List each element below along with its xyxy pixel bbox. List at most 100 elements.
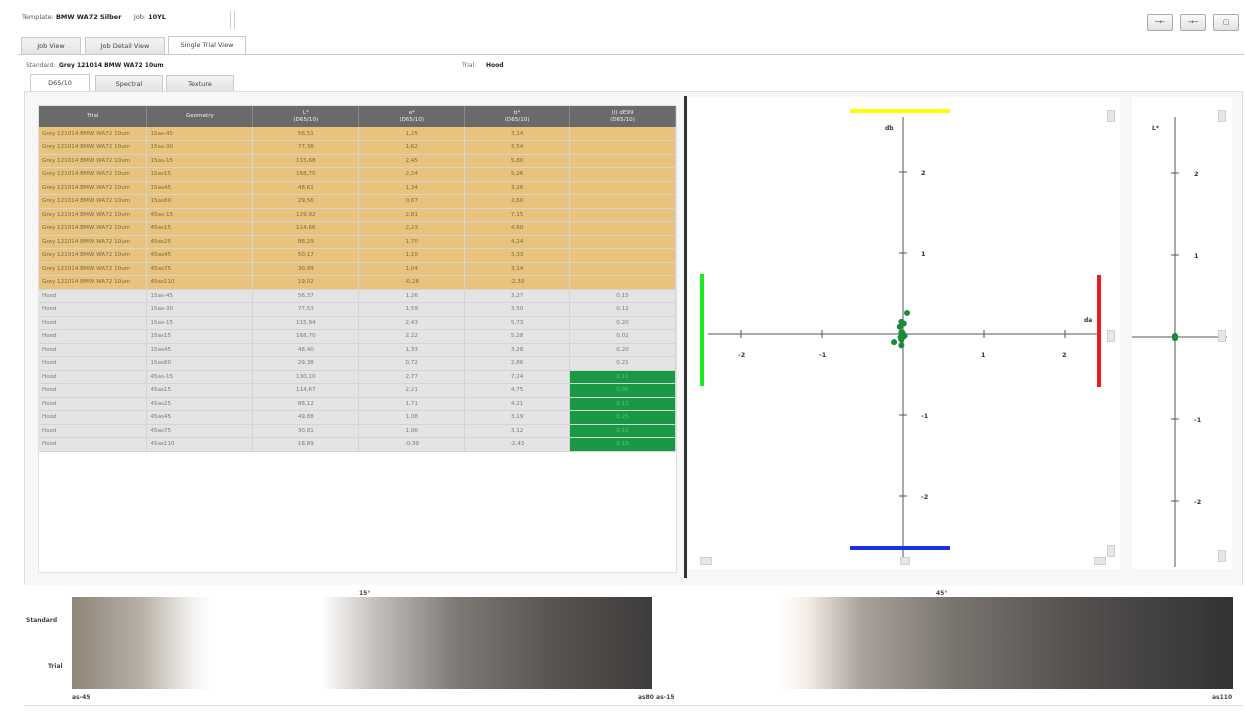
cell-a: 1,71 [358, 397, 466, 411]
cell-geometry: 45as25 [146, 397, 254, 411]
ab-plot-hscroll-handle[interactable] [1094, 557, 1106, 565]
l-plot-scroll-handle[interactable] [1218, 330, 1226, 342]
cell-a: 0,72 [358, 356, 466, 371]
table-row[interactable]: Grey 121014 BMW WA72 10um 45as75 30,99 1,04… [39, 262, 676, 276]
table-row[interactable]: Grey 121014 BMW WA72 10um 45as25 88,29 1,70… [39, 235, 676, 249]
header-separator [234, 11, 235, 29]
swatch-row-standard-label: Standard [26, 617, 57, 624]
table-row[interactable]: Grey 121014 BMW WA72 10um 45as-15 129,92 2,… [39, 208, 676, 222]
ab-data-point [891, 339, 898, 346]
ab-plot-scroll-handle[interactable] [1107, 110, 1115, 122]
subtab-d65-10[interactable]: D65/10 [30, 74, 90, 91]
cell-a: 2,77 [358, 370, 466, 384]
cell-b: 5,28 [464, 329, 571, 344]
table-row[interactable]: Hood 15as45 48,40 1,33 3,28 0,20 [39, 343, 676, 357]
template-label: Template: [22, 13, 54, 21]
table-row[interactable]: Grey 121014 BMW WA72 10um 15as-15 115,68 2,… [39, 154, 676, 168]
tab-single-trial-view[interactable]: Single Trial View [168, 36, 246, 54]
x-tick-label: 2 [1062, 351, 1067, 359]
l-plot-scroll-handle[interactable] [1218, 550, 1226, 562]
column-header-a[interactable]: a* (D65/10) [358, 106, 466, 127]
header-label: (I) dE99 [611, 109, 634, 116]
cell-l: 88,29 [252, 235, 360, 249]
column-header-de99[interactable]: (I) dE99 (D65/10) [569, 106, 676, 127]
cell-de99 [569, 235, 676, 249]
ab-plot-hscroll-handle[interactable] [900, 557, 910, 565]
cell-a: 1,10 [358, 248, 466, 263]
x-tick-label: 1 [981, 351, 986, 359]
table-row[interactable]: Hood 45as-15 130,10 2,77 7,24 0,11 [39, 370, 676, 384]
table-row[interactable]: Grey 121014 BMW WA72 10um 15as15 168,70 2,2… [39, 167, 676, 182]
y-tick-label: 2 [1194, 170, 1199, 178]
cell-de99 [569, 208, 676, 222]
table-row[interactable]: Hood 15as-30 77,53 1,59 3,50 0,12 [39, 302, 676, 317]
l-data-point [1172, 334, 1178, 341]
cell-l: 30,81 [252, 424, 360, 438]
table-row[interactable]: Grey 121014 BMW WA72 10um 45as110 19,02 -0,… [39, 275, 676, 290]
cell-l: 30,99 [252, 262, 360, 276]
ab-plot-hscroll-handle[interactable] [700, 557, 712, 565]
cell-de99: 0,12 [569, 397, 676, 411]
ab-plot-scroll-handle[interactable] [1107, 330, 1115, 342]
cell-l: 130,10 [252, 370, 360, 384]
table-row[interactable]: Grey 121014 BMW WA72 10um 15as45 48,61 1,34… [39, 181, 676, 195]
table-row[interactable]: Grey 121014 BMW WA72 10um 45as45 50,17 1,10… [39, 248, 676, 263]
subtab-texture[interactable]: Texture [166, 75, 234, 91]
cell-geometry: 15as-45 [146, 127, 254, 141]
export-right-button[interactable]: →─ [1180, 14, 1206, 31]
table-row[interactable]: Hood 45as110 18,89 -0,39 -2,43 0,18 [39, 437, 676, 452]
cell-l: 115,68 [252, 154, 360, 168]
column-header-l[interactable]: L* (D65/10) [252, 106, 360, 127]
table-row[interactable]: Hood 45as75 30,81 1,06 3,12 0,15 [39, 424, 676, 438]
ab-plot: -2 -1 1 2 2 1 -1 -2 db da [688, 97, 1120, 569]
x-tick-label: -2 [738, 351, 745, 359]
header-sublabel: (D65/10) [399, 116, 425, 123]
table-row[interactable]: Hood 45as45 49,88 1,08 3,19 0,25 [39, 410, 676, 425]
l-plot-scroll-handle[interactable] [1218, 110, 1226, 122]
cell-b: 4,75 [464, 383, 571, 398]
standard-trial-row: Standard: Grey 121014 BMW WA72 10um Tria… [26, 60, 1244, 73]
table-row[interactable]: Grey 121014 BMW WA72 10um 15as-45 56,51 1,2… [39, 127, 676, 141]
ab-data-point [898, 318, 905, 325]
table-row[interactable]: Grey 121014 BMW WA72 10um 15as80 29,56 0,67… [39, 194, 676, 209]
table-row[interactable]: Hood 15as-45 56,37 1,26 3,27 0,15 [39, 289, 676, 303]
cell-l: 77,38 [252, 140, 360, 155]
cell-geometry: 15as80 [146, 194, 254, 209]
table-row[interactable]: Hood 45as25 88,12 1,71 4,21 0,12 [39, 397, 676, 411]
swatch-15-strip [72, 597, 652, 689]
cell-b: 3,33 [464, 248, 571, 263]
cell-trial: Grey 121014 BMW WA72 10um [39, 194, 148, 209]
blue-direction-bar [850, 546, 950, 550]
y-tick-label: -2 [921, 493, 928, 501]
table-row[interactable]: Hood 45as15 114,67 2,21 4,75 0,05 [39, 383, 676, 398]
table-row[interactable]: Hood 15as15 168,70 2,22 5,28 0,02 [39, 329, 676, 344]
cell-trial: Grey 121014 BMW WA72 10um [39, 140, 148, 155]
table-row[interactable]: Hood 15as-15 115,94 2,43 5,73 0,20 [39, 316, 676, 330]
save-button[interactable]: ▢ [1213, 14, 1239, 31]
cell-l: 56,37 [252, 289, 360, 303]
export-left-button[interactable]: ─← [1147, 14, 1173, 31]
save-icon: ▢ [1222, 18, 1230, 26]
cell-geometry: 45as110 [146, 437, 254, 452]
ab-plot-scroll-handle[interactable] [1107, 545, 1115, 557]
panel-divider[interactable] [684, 96, 687, 578]
column-header-b[interactable]: b* (D65/10) [464, 106, 571, 127]
column-header-trial[interactable]: Trial [39, 106, 148, 127]
y-tick-label: 2 [921, 169, 926, 177]
header-label: b* [513, 109, 521, 116]
table-row[interactable]: Hood 15as80 29,38 0,72 2,86 0,21 [39, 356, 676, 371]
cell-geometry: 15as-45 [146, 289, 254, 303]
table-row[interactable]: Grey 121014 BMW WA72 10um 45as15 114,66 2,2… [39, 221, 676, 236]
cell-b: 5,26 [464, 167, 571, 182]
cell-trial: Hood [39, 356, 148, 371]
cell-a: 2,22 [358, 329, 466, 344]
tab-job-detail-view[interactable]: Job Detail View [85, 37, 165, 54]
tab-job-view[interactable]: Job View [21, 37, 81, 54]
trial-label: Trial: [462, 62, 477, 69]
cell-geometry: 15as80 [146, 356, 254, 371]
job-value: 10YL [148, 13, 167, 21]
cell-l: 88,12 [252, 397, 360, 411]
table-row[interactable]: Grey 121014 BMW WA72 10um 15as-30 77,38 1,6… [39, 140, 676, 155]
column-header-geometry[interactable]: Geometry [146, 106, 254, 127]
subtab-spectral[interactable]: Spectral [95, 75, 163, 91]
